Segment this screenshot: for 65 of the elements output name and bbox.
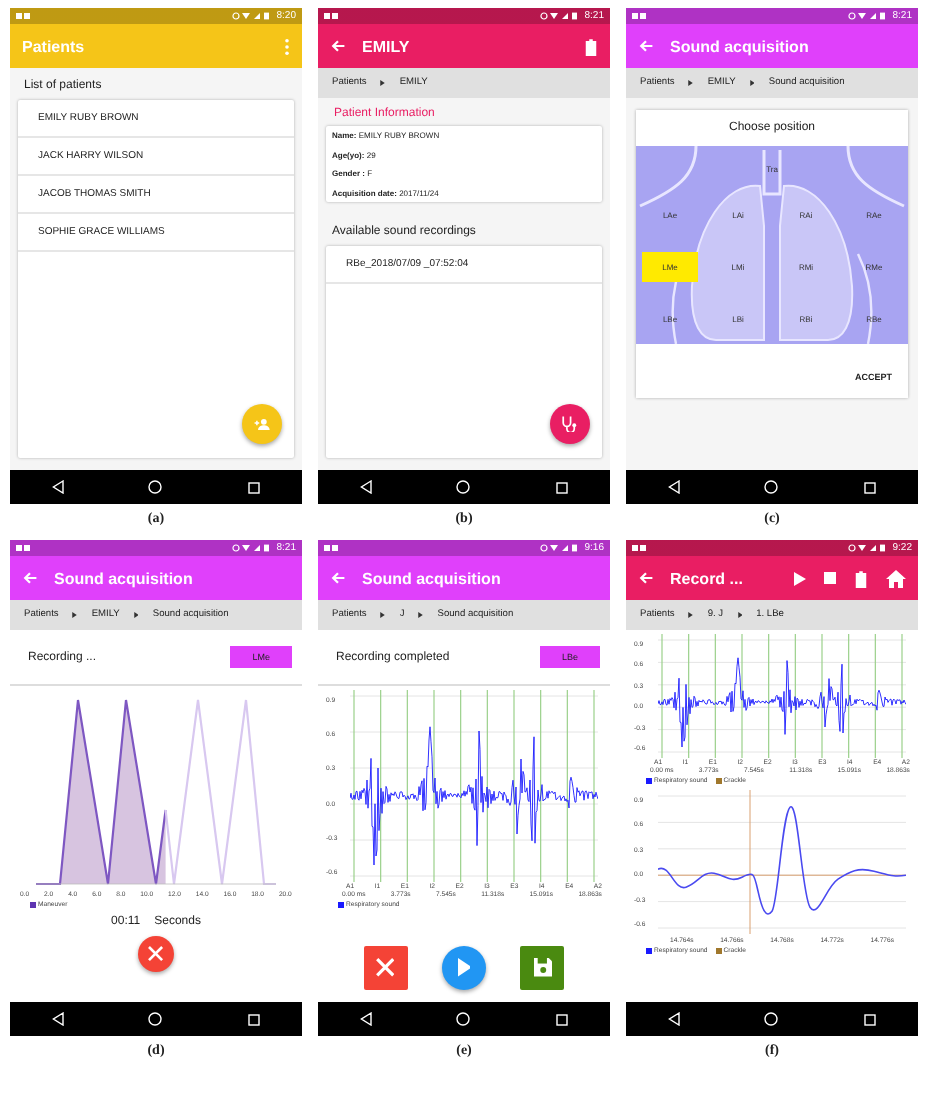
stethoscope-button[interactable]	[550, 404, 590, 444]
chevron-icon	[737, 612, 743, 618]
notification-icons	[632, 12, 646, 20]
chevron-icon	[380, 80, 386, 86]
cancel-button[interactable]	[363, 946, 408, 990]
back-nav-icon[interactable]	[360, 1012, 373, 1026]
chevron-icon	[418, 612, 424, 618]
trash-icon[interactable]	[584, 37, 598, 55]
recents-nav-icon[interactable]	[555, 1013, 568, 1025]
chevron-icon	[72, 612, 78, 618]
recents-nav-icon[interactable]	[555, 481, 568, 493]
home-nav-icon[interactable]	[764, 480, 779, 494]
screen-title: Sound acquisition	[54, 569, 195, 587]
back-nav-icon[interactable]	[52, 1012, 65, 1026]
notification-icons	[324, 12, 338, 20]
notification-icons	[16, 544, 30, 552]
home-nav-icon[interactable]	[764, 1012, 779, 1026]
recents-nav-icon[interactable]	[863, 481, 876, 493]
status-icons-drawing	[232, 12, 273, 20]
home-nav-icon[interactable]	[456, 480, 471, 494]
chevron-icon	[133, 612, 139, 618]
back-arrow-icon[interactable]	[330, 570, 346, 586]
home-nav-icon[interactable]	[148, 480, 163, 494]
back-nav-icon[interactable]	[668, 1012, 681, 1026]
status-icons-drawing	[848, 12, 889, 20]
play-icon[interactable]	[794, 571, 806, 585]
chevron-icon	[688, 612, 694, 618]
back-arrow-icon[interactable]	[22, 570, 38, 586]
back-arrow-icon[interactable]	[330, 38, 346, 54]
status-icons-drawing	[540, 12, 581, 20]
status-icons-drawing	[848, 544, 889, 552]
chevron-icon	[380, 612, 386, 618]
back-nav-icon[interactable]	[360, 480, 373, 494]
back-arrow-icon[interactable]	[638, 570, 654, 586]
back-nav-icon[interactable]	[668, 480, 681, 494]
home-nav-icon[interactable]	[148, 1012, 163, 1026]
close-icon	[148, 946, 164, 962]
cancel-button[interactable]	[138, 936, 174, 972]
play-icon	[457, 958, 471, 978]
recents-nav-icon[interactable]	[247, 1013, 260, 1025]
screen-title: Sound acquisition	[362, 569, 503, 587]
screen-title: EMILY	[362, 37, 412, 55]
recents-nav-icon[interactable]	[863, 1013, 876, 1025]
back-arrow-icon[interactable]	[638, 38, 654, 54]
close-icon	[376, 958, 395, 978]
chevron-icon	[749, 80, 755, 86]
recents-nav-icon[interactable]	[247, 481, 260, 493]
screen-title: Sound acquisition	[670, 37, 811, 55]
save-button[interactable]	[520, 946, 565, 990]
add-person-icon	[253, 417, 271, 431]
notification-icons	[16, 12, 30, 20]
status-icons-drawing	[540, 544, 581, 552]
notification-icons	[632, 544, 646, 552]
home-nav-icon[interactable]	[456, 1012, 471, 1026]
stethoscope-icon	[562, 415, 578, 433]
trash-icon[interactable]	[854, 569, 868, 587]
status-icons-drawing	[232, 544, 273, 552]
screen-title: Patients	[22, 37, 87, 55]
notification-icons	[324, 544, 338, 552]
back-nav-icon[interactable]	[52, 480, 65, 494]
screen-title: Record ...	[670, 569, 745, 587]
home-icon[interactable]	[886, 569, 906, 587]
chevron-icon	[688, 80, 694, 86]
save-icon	[533, 958, 552, 978]
play-button[interactable]	[441, 946, 486, 990]
